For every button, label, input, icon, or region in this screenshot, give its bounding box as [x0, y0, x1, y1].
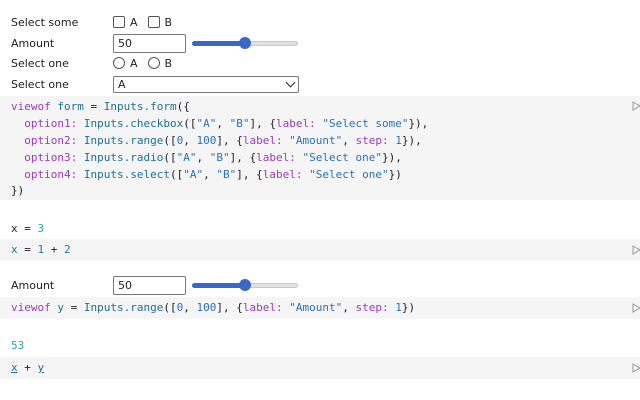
- code-line-1: viewof form = Inputs.form({: [11, 100, 190, 113]
- checkbox-a[interactable]: [113, 16, 125, 28]
- play-icon: [632, 101, 640, 111]
- radio-label: Select one: [11, 56, 69, 70]
- play-icon: [632, 245, 640, 255]
- option-select[interactable]: A: [113, 75, 299, 93]
- radio-row: Select one A B: [11, 54, 182, 72]
- code-line-4: option3: Inputs.radio(["A", "B"], {label…: [24, 151, 402, 164]
- code-line-5: option4: Inputs.select(["A", "B"], {labe…: [24, 168, 402, 181]
- amount-row-2: Amount 50: [11, 275, 298, 295]
- code-line-3: option2: Inputs.range([0, 100], {label: …: [24, 134, 422, 147]
- code-line-sum: x + y: [11, 361, 45, 374]
- code-cell-sum[interactable]: x + y: [0, 357, 640, 379]
- code-cell-form[interactable]: viewof form = Inputs.form({ option1: Inp…: [0, 96, 640, 200]
- checkbox-b[interactable]: [147, 16, 160, 28]
- code-line-6: }): [11, 184, 25, 197]
- checkbox-option-b-label: B: [164, 15, 173, 29]
- amount-number-input[interactable]: 50: [113, 33, 186, 53]
- select-label: Select one: [11, 77, 69, 91]
- amount-label: Amount: [11, 36, 55, 50]
- amount-slider[interactable]: [192, 36, 298, 50]
- amount-slider-2[interactable]: [192, 278, 298, 292]
- radio-option-a[interactable]: A: [113, 57, 138, 70]
- checkbox-row: Select some A B: [11, 13, 182, 31]
- radio-a[interactable]: [113, 57, 125, 69]
- code-line-x: x = 1 + 2: [11, 243, 71, 256]
- slider-thumb[interactable]: [239, 37, 251, 49]
- amount-number-input-2[interactable]: 50: [113, 275, 186, 295]
- slider-fill: [192, 41, 245, 46]
- checkbox-label: Select some: [11, 15, 79, 29]
- code-line-y: viewof y = Inputs.range([0, 100], {label…: [11, 301, 416, 314]
- play-icon: [632, 303, 640, 313]
- radio-option-b[interactable]: B: [147, 56, 173, 70]
- slider-thumb-2[interactable]: [239, 279, 251, 291]
- amount-row: Amount 50: [11, 33, 298, 53]
- code-cell-x[interactable]: x = 1 + 2: [0, 239, 640, 261]
- radio-b[interactable]: [147, 57, 160, 69]
- play-icon: [632, 363, 640, 373]
- checkbox-option-a-label: A: [130, 15, 138, 29]
- select-value: A: [118, 77, 126, 91]
- code-line-2: option1: Inputs.checkbox(["A", "B"], {la…: [24, 117, 429, 130]
- output-x: x = 3: [11, 222, 45, 235]
- code-cell-y[interactable]: viewof y = Inputs.range([0, 100], {label…: [0, 297, 640, 319]
- checkbox-option-b[interactable]: B: [147, 15, 173, 29]
- radio-option-a-label: A: [130, 56, 138, 70]
- select-row: Select one A: [11, 75, 299, 93]
- radio-option-b-label: B: [164, 56, 173, 70]
- checkbox-option-a[interactable]: A: [113, 16, 138, 29]
- slider-fill-2: [192, 283, 245, 288]
- chevron-down-icon: [285, 77, 296, 88]
- amount-label-2: Amount: [11, 278, 55, 292]
- output-sum: 53: [11, 339, 25, 352]
